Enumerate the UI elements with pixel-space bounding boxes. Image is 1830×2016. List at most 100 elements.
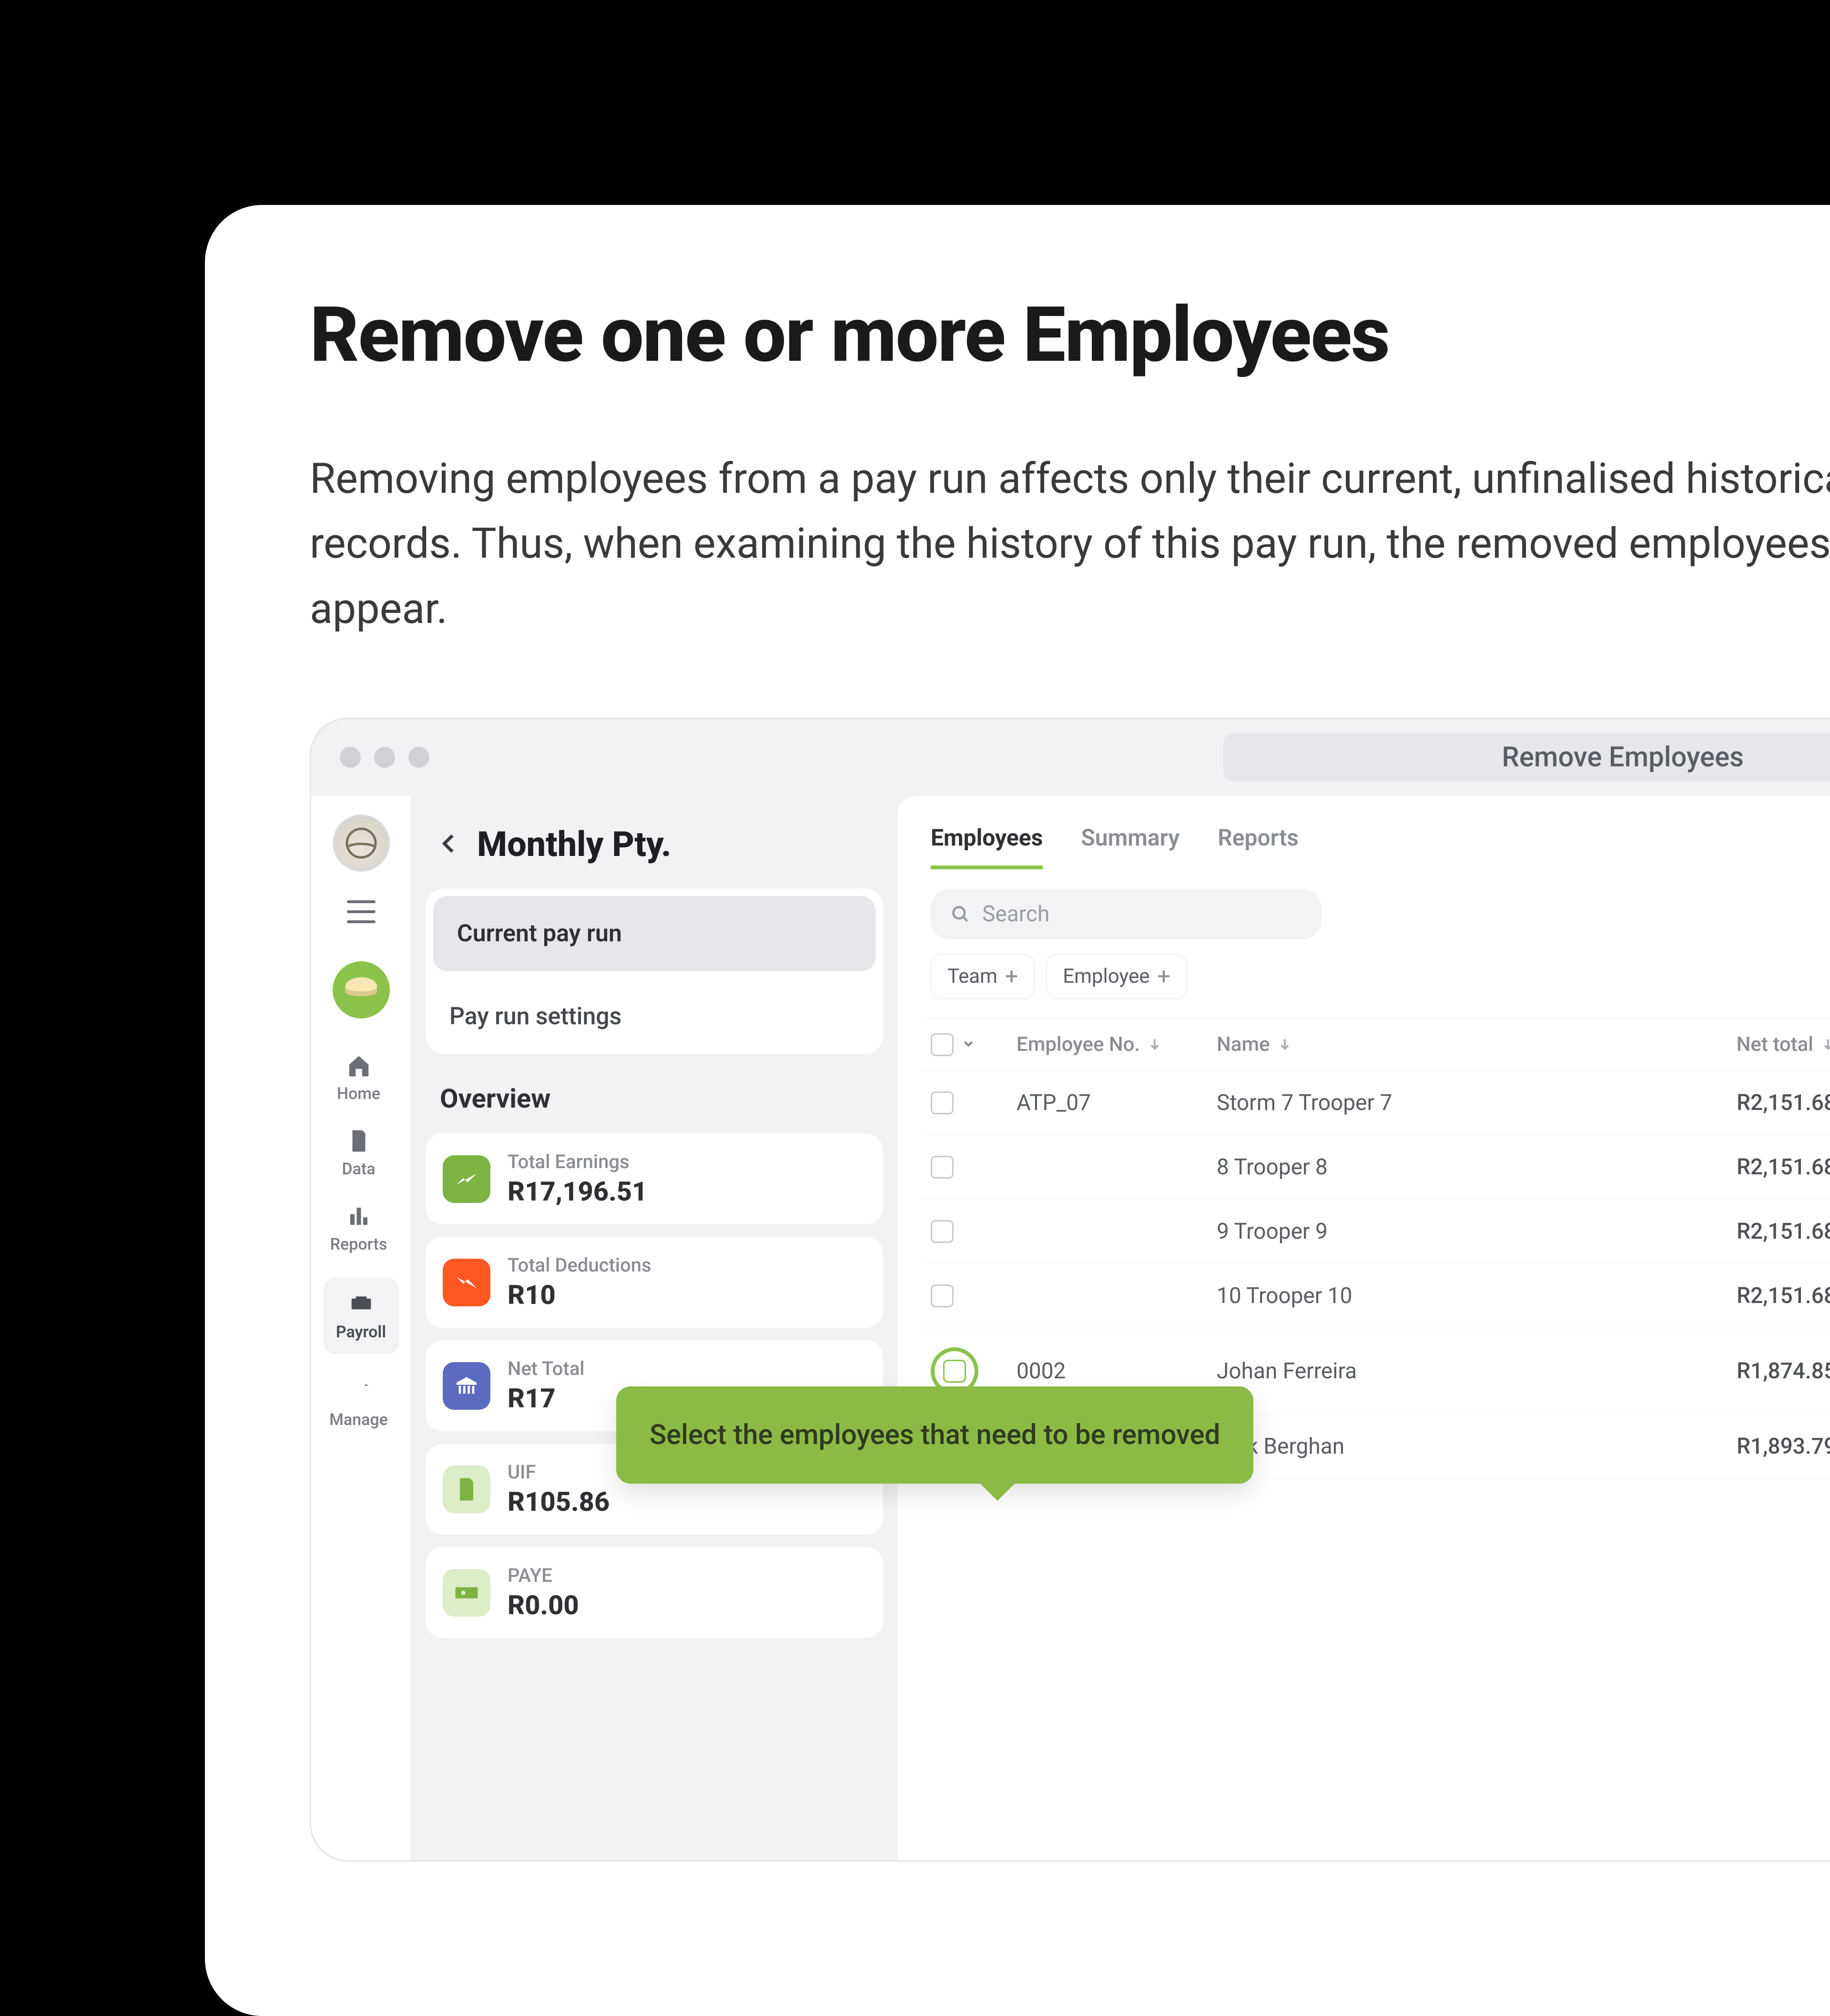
search-placeholder: Search	[982, 901, 1049, 927]
rail-item-label: Data	[342, 1160, 375, 1179]
trend-down-icon	[443, 1259, 490, 1306]
stat-card[interactable]: PAYER0.00	[426, 1547, 883, 1638]
stat-label: Total Earnings	[508, 1151, 647, 1173]
rail-item-home[interactable]: Home	[323, 1052, 395, 1103]
rail-item-label: Home	[337, 1084, 380, 1103]
trend-up-icon	[443, 1155, 490, 1203]
traffic-light-minimize[interactable]	[374, 747, 395, 768]
row-checkbox[interactable]	[931, 1091, 954, 1114]
brand-logo[interactable]	[333, 815, 390, 872]
column-net-total[interactable]: Net total	[1636, 1033, 1830, 1056]
search-input[interactable]: Search	[931, 889, 1322, 939]
row-checkbox[interactable]	[931, 1284, 954, 1307]
column-name[interactable]: Name	[1217, 1033, 1636, 1056]
rail-item-payroll[interactable]: Payroll	[323, 1278, 399, 1354]
app-body: Home Data Reports Payroll Manage Monthly Pty…	[311, 795, 1830, 1860]
rail-item-label: Payroll	[336, 1323, 386, 1342]
column-employee-no[interactable]: Employee No.	[1017, 1033, 1217, 1056]
rail-item-reports[interactable]: Reports	[323, 1202, 395, 1254]
menu-toggle-icon[interactable]	[347, 900, 376, 923]
stat-card[interactable]: Total Earnings R17,196.51	[426, 1133, 883, 1224]
row-checkbox[interactable]	[931, 1220, 954, 1243]
sort-down-icon	[1277, 1037, 1293, 1053]
chevron-down-icon[interactable]	[961, 1033, 976, 1056]
rail-item-label: Reports	[330, 1235, 387, 1254]
stat-value: R17	[508, 1383, 585, 1414]
app-window: Remove Employees Home Data Reports Payroll M…	[310, 718, 1830, 1862]
table-row[interactable]: 10 Trooper 10R2,151.68	[921, 1264, 1830, 1328]
filter-chip-employee[interactable]: Employee +	[1046, 954, 1187, 999]
cell-employee-no: 0002	[1017, 1358, 1217, 1384]
tab-employees[interactable]: Employees	[931, 815, 1043, 869]
traffic-lights[interactable]	[340, 747, 429, 768]
stat-label: PAYE	[508, 1564, 579, 1587]
cell-net-total: R2,151.68	[1636, 1219, 1830, 1244]
table-row[interactable]: ATP_07Storm 7 Trooper 7R2,151.68	[921, 1071, 1830, 1135]
stat-value: R105.86	[508, 1486, 610, 1517]
cell-name: 9 Trooper 9	[1217, 1219, 1636, 1244]
rail-item-label: Manage	[329, 1410, 388, 1429]
cell-net-total: R2,151.68	[1636, 1283, 1830, 1309]
sidebar-panel: Monthly Pty. Current pay run Pay run sett…	[411, 795, 897, 1860]
data-icon	[345, 1127, 373, 1155]
titlebar-action-pill[interactable]: Remove Employees	[1223, 733, 1830, 781]
stat-card[interactable]: Total Deductions R10	[426, 1237, 883, 1328]
rail-item-data[interactable]: Data	[323, 1127, 395, 1179]
stat-value: R10	[508, 1279, 651, 1311]
search-icon	[950, 904, 971, 925]
cell-net-total: R2,151.68	[1636, 1090, 1830, 1116]
select-all-checkbox[interactable]	[931, 1033, 1017, 1056]
nav-rail: Home Data Reports Payroll Manage	[311, 795, 411, 1860]
sidebar-nav-item[interactable]: Current pay run	[433, 896, 875, 971]
plus-icon: +	[1005, 963, 1018, 990]
cell-name: 10 Trooper 10	[1217, 1283, 1636, 1309]
file-icon	[443, 1466, 490, 1513]
cell-name: 8 Trooper 8	[1217, 1154, 1636, 1180]
user-avatar[interactable]	[333, 961, 390, 1018]
cell-name: Rick Berghan	[1217, 1434, 1636, 1459]
filter-chips: Team + Employee +	[921, 954, 1830, 1018]
cell-net-total: R2,151.68	[1636, 1154, 1830, 1180]
traffic-light-close[interactable]	[340, 747, 361, 768]
window-titlebar: Remove Employees	[311, 719, 1830, 795]
article-title: Remove one or more Employees	[310, 291, 1830, 380]
stat-value: R0.00	[508, 1589, 579, 1621]
chip-label: Employee	[1063, 965, 1149, 988]
table-row[interactable]: 9 Trooper 9R2,151.68	[921, 1200, 1830, 1264]
table-header: Employee No. Name Net total	[921, 1018, 1830, 1071]
row-checkbox[interactable]	[931, 1156, 954, 1179]
back-arrow-icon[interactable]	[435, 830, 463, 859]
stat-value: R17,196.51	[508, 1176, 647, 1207]
payroll-icon	[347, 1290, 375, 1318]
home-icon	[345, 1052, 373, 1079]
traffic-light-zoom[interactable]	[408, 747, 429, 768]
cell-net-total: R1,874.85	[1636, 1358, 1830, 1384]
sort-down-icon	[1147, 1037, 1163, 1053]
plus-icon: +	[1158, 963, 1170, 990]
main-panel: EmployeesSummaryReports Search Team+Empl…	[897, 795, 1830, 1860]
rail-item-manage[interactable]: Manage	[323, 1378, 395, 1429]
table-row[interactable]: 8 Trooper 8R2,151.68	[921, 1135, 1830, 1200]
overview-heading: Overview	[426, 1054, 883, 1133]
sidebar-nav-item[interactable]: Pay run settings	[426, 979, 883, 1054]
filter-chip-team[interactable]: Team +	[931, 954, 1035, 999]
article-card: Remove one or more Employees Removing em…	[205, 205, 1830, 2016]
tab-bar: Employees Summary Reports	[921, 815, 1830, 870]
stat-label: UIF	[508, 1461, 610, 1483]
tab-summary[interactable]: Summary	[1081, 815, 1179, 869]
cell-name: Johan Ferreira	[1217, 1358, 1636, 1384]
sidebar-title: Monthly Pty.	[477, 824, 671, 865]
manage-icon	[345, 1378, 373, 1405]
sort-down-icon	[1820, 1037, 1830, 1053]
reports-icon	[345, 1202, 373, 1230]
chip-label: Team	[947, 965, 997, 988]
cell-net-total: R1,893.79	[1636, 1434, 1830, 1459]
cell-employee-no: ATP_07	[1017, 1090, 1217, 1116]
instruction-tooltip: Select the employees that need to be rem…	[616, 1386, 1253, 1484]
cell-name: Storm 7 Trooper 7	[1217, 1090, 1636, 1116]
stat-label: Total Deductions	[508, 1254, 651, 1276]
sidebar-nav: Current pay run Pay run settings	[426, 888, 883, 1054]
tab-reports[interactable]: Reports	[1218, 815, 1299, 869]
bank-icon	[443, 1362, 490, 1410]
article-body: Removing employees from a pay run affect…	[310, 447, 1830, 641]
